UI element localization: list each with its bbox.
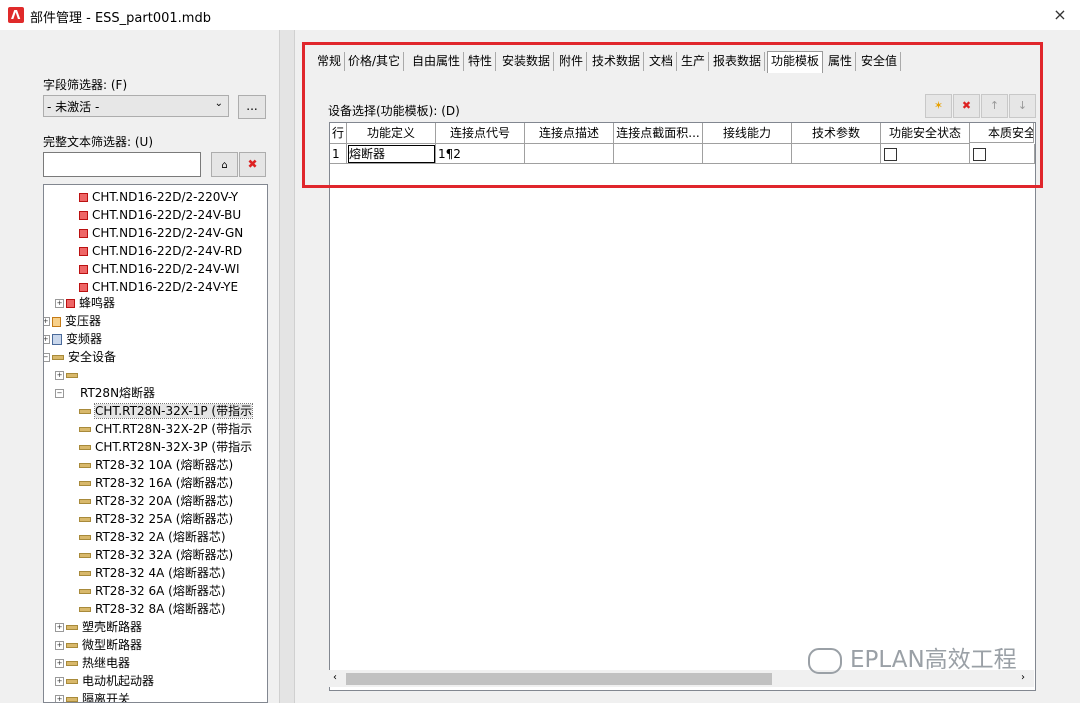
panel-splitter[interactable]: [279, 30, 295, 703]
field-filter-value: - 未激活 -: [47, 100, 100, 114]
tree-item[interactable]: RT28-32 20A (熔断器芯): [79, 492, 233, 510]
device-bar-icon: [79, 535, 91, 540]
device-bar-icon: [66, 625, 78, 630]
device-bar-icon: [79, 481, 91, 486]
tree-item[interactable]: RT28-32 10A (熔断器芯): [79, 456, 233, 474]
device-bar-icon: [66, 373, 78, 378]
title-bar: Λ 部件管理 - ESS_part001.mdb ×: [0, 0, 1080, 30]
tree-item[interactable]: 变压器: [52, 312, 101, 330]
tree-item[interactable]: 隔离开关: [66, 690, 130, 702]
device-bar-icon: [79, 445, 91, 450]
red-part-icon: [79, 211, 88, 220]
tree-item[interactable]: CHT.ND16-22D/2-24V-RD: [79, 242, 242, 260]
device-bar-icon: [79, 499, 91, 504]
tree-item[interactable]: RT28-32 2A (熔断器芯): [79, 528, 226, 546]
tree-item[interactable]: 安全设备: [52, 348, 116, 366]
red-part-icon: [79, 193, 88, 202]
eplan-app-icon: Λ: [8, 7, 24, 23]
device-bar-icon: [79, 427, 91, 432]
expand-toggle[interactable]: +: [55, 677, 64, 686]
expand-toggle[interactable]: +: [55, 659, 64, 668]
transformer-icon: [52, 316, 61, 327]
tree-item[interactable]: RT28-32 6A (熔断器芯): [79, 582, 226, 600]
tree-item[interactable]: RT28-32 4A (熔断器芯): [79, 564, 226, 582]
tree-item[interactable]: RT28-32 16A (熔断器芯): [79, 474, 233, 492]
tree-item[interactable]: CHT.ND16-22D/2-220V-Y: [79, 188, 238, 206]
scroll-right-arrow-icon[interactable]: ›: [1021, 672, 1025, 683]
red-part-icon: [79, 265, 88, 274]
device-bar-icon: [79, 409, 91, 414]
close-icon: ✖: [247, 157, 258, 171]
field-filter-combo[interactable]: - 未激活 - ⌄: [43, 95, 229, 117]
search-binoculars-button[interactable]: ⌂: [211, 152, 238, 177]
tree-item[interactable]: 热继电器: [66, 654, 130, 672]
inverter-icon: [52, 334, 62, 345]
expand-toggle[interactable]: +: [55, 641, 64, 650]
tree-item[interactable]: RT28-32 8A (熔断器芯): [79, 600, 226, 618]
function-template-grid[interactable]: 行 功能定义 连接点代号 连接点描述 连接点截面积... 接线能力 技术参数 功…: [329, 122, 1036, 691]
red-part-icon: [79, 283, 88, 292]
tree-item[interactable]: [66, 366, 82, 384]
device-bar-icon: [79, 571, 91, 576]
device-bar-icon: [79, 463, 91, 468]
watermark: EPLAN高效工程: [808, 640, 1017, 674]
tree-item[interactable]: 电动机起动器: [66, 672, 154, 690]
device-bar-icon: [66, 643, 78, 648]
tree-item[interactable]: CHT.RT28N-32X-2P (带指示: [79, 420, 252, 438]
field-filter-more-button[interactable]: ...: [238, 95, 266, 119]
device-bar-icon: [52, 355, 64, 360]
tree-item[interactable]: RT28-32 32A (熔断器芯): [79, 546, 233, 564]
device-bar-icon: [66, 697, 78, 702]
collapse-toggle[interactable]: −: [55, 389, 64, 398]
tree-item[interactable]: CHT.RT28N-32X-3P (带指示: [79, 438, 252, 456]
expand-toggle[interactable]: +: [55, 695, 64, 702]
expand-toggle[interactable]: +: [44, 317, 50, 326]
expand-toggle[interactable]: +: [55, 299, 64, 308]
expand-toggle[interactable]: +: [55, 623, 64, 632]
device-bar-icon: [66, 661, 78, 666]
parts-tree[interactable]: CHT.ND16-22D/2-220V-Y CHT.ND16-22D/2-24V…: [43, 184, 268, 703]
tree-item[interactable]: 微型断路器: [66, 636, 142, 654]
tree-item-selected[interactable]: CHT.RT28N-32X-1P (带指示: [79, 402, 254, 420]
fulltext-filter-input[interactable]: [43, 152, 201, 177]
window-title: 部件管理 - ESS_part001.mdb: [30, 11, 211, 26]
scroll-left-arrow-icon[interactable]: ‹: [333, 672, 337, 683]
expand-toggle[interactable]: +: [55, 371, 64, 380]
device-bar-icon: [79, 553, 91, 558]
tree-item[interactable]: RT28-32 25A (熔断器芯): [79, 510, 233, 528]
fulltext-filter-label: 完整文本筛选器: (U): [43, 135, 154, 149]
red-part-icon: [66, 299, 75, 308]
red-part-icon: [79, 229, 88, 238]
tree-item[interactable]: RT28N熔断器: [80, 384, 155, 402]
tree-item[interactable]: CHT.ND16-22D/2-24V-WI: [79, 260, 239, 278]
tree-item[interactable]: CHT.ND16-22D/2-24V-BU: [79, 206, 241, 224]
red-part-icon: [79, 247, 88, 256]
tree-item[interactable]: 变频器: [52, 330, 102, 348]
device-bar-icon: [79, 517, 91, 522]
device-bar-icon: [79, 589, 91, 594]
expand-toggle[interactable]: +: [44, 335, 50, 344]
grid-scroll-thumb[interactable]: [346, 673, 772, 685]
tree-item[interactable]: 蜂鸣器: [66, 294, 115, 312]
close-button[interactable]: ×: [1050, 5, 1070, 25]
tree-item[interactable]: 塑壳断路器: [66, 618, 142, 636]
tree-item[interactable]: CHT.ND16-22D/2-24V-GN: [79, 224, 243, 242]
chevron-down-icon: ⌄: [214, 98, 223, 109]
collapse-toggle[interactable]: −: [44, 353, 50, 362]
field-filter-label: 字段筛选器: (F): [43, 78, 128, 92]
device-bar-icon: [79, 607, 91, 612]
binoculars-icon: ⌂: [221, 160, 228, 171]
red-highlight-box: [302, 42, 1043, 188]
wechat-icon: [808, 647, 842, 674]
device-bar-icon: [66, 679, 78, 684]
clear-filter-button[interactable]: ✖: [239, 152, 266, 177]
